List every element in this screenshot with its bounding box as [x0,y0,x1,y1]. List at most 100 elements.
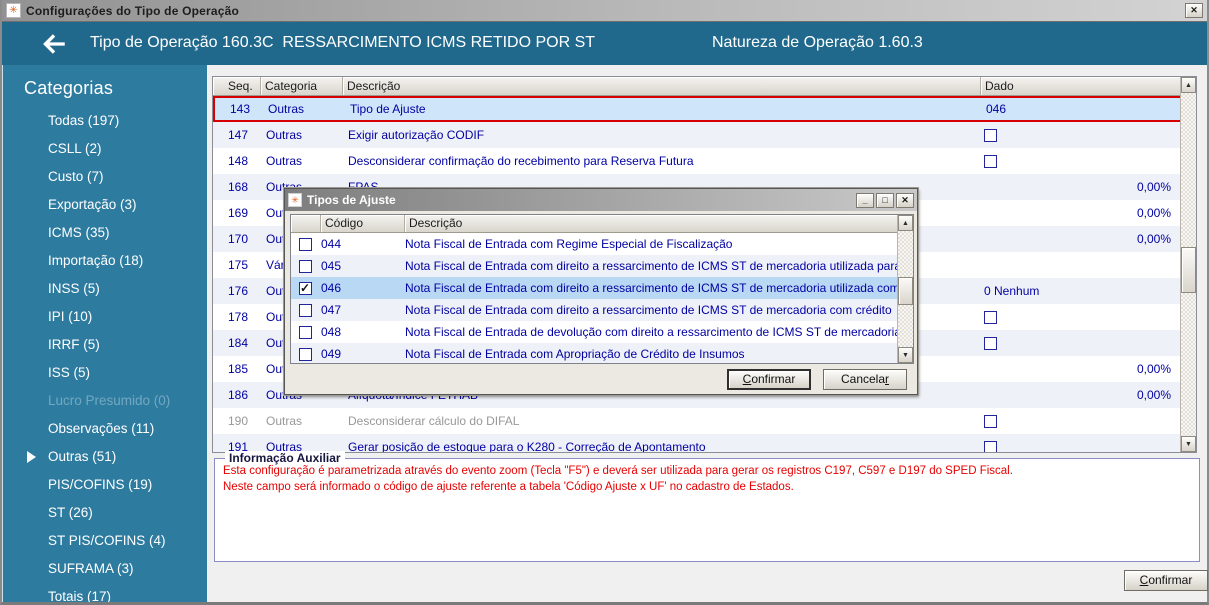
ajuste-row[interactable]: 048 Nota Fiscal de Entrada de devolução c… [291,321,898,343]
cell-categoria: Outras [266,128,303,142]
column-header-dado[interactable]: Dado [981,77,1182,95]
cell-descricao: Desconsiderar confirmação do recebimento… [348,154,694,168]
sidebar-item-label: ST (26) [48,505,93,520]
sidebar-item-label: Outras (51) [48,449,117,464]
sidebar-item-irrf[interactable]: IRRF (5) [3,331,207,359]
cell-check [291,259,321,274]
auxiliary-info-line-1: Esta configuração é parametrizada atravé… [223,465,1013,477]
table-row[interactable]: 190 Outras Desconsiderar cálculo do DIFAL [213,408,1182,434]
ajuste-row[interactable]: 044 Nota Fiscal de Entrada com Regime Esp… [291,233,898,255]
grid-vertical-scrollbar[interactable]: ▲ ▼ [1180,77,1196,452]
dialog-close-icon[interactable]: ✕ [896,192,914,208]
scroll-up-icon[interactable]: ▲ [1181,77,1196,93]
tipos-de-ajuste-dialog: ✳ Tipos de Ajuste _ □ ✕ Código Descrição… [283,187,919,396]
scroll-down-icon[interactable]: ▼ [1181,436,1196,452]
checkbox-unchecked-icon[interactable] [984,415,997,429]
scrollbar-thumb[interactable] [1181,247,1196,293]
confirm-button[interactable]: Confirmar [1124,570,1208,591]
cell-seq: 175 [228,258,249,272]
checkbox-checked-icon[interactable] [299,281,312,296]
sidebar-item-totais[interactable]: Totais (17) [3,583,207,602]
app-header: Tipo de Operação 160.3C RESSARCIMENTO IC… [2,22,1207,65]
checkbox-unchecked-icon[interactable] [984,441,997,452]
dialog-cancel-button[interactable]: Cancelar [823,369,907,390]
sidebar-item-outras[interactable]: Outras (51) [3,443,207,471]
operation-type-title: Tipo de Operação 160.3C RESSARCIMENTO IC… [90,34,596,51]
cell-dado: 0,00% [1136,180,1171,194]
cell-descricao: Nota Fiscal de Entrada com direito a res… [405,281,898,295]
sidebar-item-label: ICMS (35) [48,225,110,240]
scrollbar-thumb[interactable] [898,277,913,305]
back-arrow-icon[interactable] [40,31,70,57]
sidebar-item-inss[interactable]: INSS (5) [3,275,207,303]
checkbox-unchecked-icon[interactable] [299,238,312,252]
ajuste-row[interactable]: 046 Nota Fiscal de Entrada com direito a … [291,277,898,299]
cell-descricao: Nota Fiscal de Entrada de devolução com … [405,325,898,339]
sidebar-item-label: INSS (5) [48,281,100,296]
sidebar-item-suframa[interactable]: SUFRAMA (3) [3,555,207,583]
ajuste-row[interactable]: 049 Nota Fiscal de Entrada com Apropriaçã… [291,343,898,363]
column-header-categoria[interactable]: Categoria [261,77,343,95]
cell-dado: 046 [986,102,1007,116]
sidebar-item-label: SUFRAMA (3) [48,561,134,576]
scroll-up-icon[interactable]: ▲ [898,215,913,231]
cell-descricao: Nota Fiscal de Entrada com Regime Especi… [405,237,733,251]
window-titlebar: ✳ Configurações do Tipo de Operação ✕ [2,0,1207,22]
cell-descricao: Desconsiderar cálculo do DIFAL [348,414,520,428]
cell-check [291,347,321,362]
sidebar-item-lucro-presumido[interactable]: Lucro Presumido (0) [3,387,207,415]
checkbox-unchecked-icon[interactable] [299,304,312,318]
dialog-minimize-icon[interactable]: _ [856,192,874,208]
column-header-descricao[interactable]: Descrição [405,215,898,232]
table-row[interactable]: 143 Outras Tipo de Ajuste 046 [213,96,1182,122]
cell-dado [981,310,1182,325]
sidebar-item-iss[interactable]: ISS (5) [3,359,207,387]
selected-category-arrow-icon [27,451,36,463]
cell-dado: 0,00% [1136,388,1171,402]
ajuste-list-scrollbar[interactable]: ▲ ▼ [897,215,913,363]
cell-categoria: Outras [266,154,303,168]
table-row[interactable]: 147 Outras Exigir autorização CODIF [213,122,1182,148]
checkbox-unchecked-icon[interactable] [299,260,312,274]
cell-descricao: Gerar posição de estoque para o K280 - C… [348,440,706,453]
sidebar-item-label: Observações (11) [48,421,155,436]
ajuste-list-header: Código Descrição [291,215,898,233]
cell-seq: 186 [228,388,249,402]
sidebar-item-st-pis-cofins[interactable]: ST PIS/COFINS (4) [3,527,207,555]
sidebar-item-observa-es[interactable]: Observações (11) [3,415,207,443]
checkbox-unchecked-icon[interactable] [984,155,997,169]
cell-codigo: 046 [321,281,342,295]
ajuste-row[interactable]: 047 Nota Fiscal de Entrada com direito a … [291,299,898,321]
dialog-maximize-icon[interactable]: □ [876,192,894,208]
grid-header-row: Seq. Categoria Descrição Dado [213,77,1182,96]
table-row[interactable]: 148 Outras Desconsiderar confirmação do re… [213,148,1182,174]
sidebar-item-label: Exportação (3) [48,197,137,212]
checkbox-unchecked-icon[interactable] [299,348,312,362]
sidebar-item-importa-o[interactable]: Importação (18) [3,247,207,275]
sidebar-item-todas[interactable]: Todas (197) [3,107,207,135]
sidebar-item-st[interactable]: ST (26) [3,499,207,527]
sidebar-item-label: ST PIS/COFINS (4) [48,533,166,548]
cell-seq: 143 [230,102,251,116]
sidebar-item-csll[interactable]: CSLL (2) [3,135,207,163]
column-header-descricao[interactable]: Descrição [343,77,981,95]
cell-categoria: Outras [266,414,303,428]
ajuste-row[interactable]: 045 Nota Fiscal de Entrada com direito a … [291,255,898,277]
cell-seq: 185 [228,362,249,376]
checkbox-unchecked-icon[interactable] [984,129,997,143]
sidebar-item-exporta-o[interactable]: Exportação (3) [3,191,207,219]
window-close-icon[interactable]: ✕ [1185,3,1203,18]
table-row[interactable]: 191 Outras Gerar posição de estoque para o… [213,434,1182,453]
dialog-confirm-button[interactable]: Confirmar [727,369,811,390]
checkbox-unchecked-icon[interactable] [984,337,997,351]
scroll-down-icon[interactable]: ▼ [898,347,913,363]
column-header-seq[interactable]: Seq. [213,77,261,95]
column-header-codigo[interactable]: Código [321,215,405,232]
sidebar-item-ipi[interactable]: IPI (10) [3,303,207,331]
checkbox-unchecked-icon[interactable] [299,326,312,340]
checkbox-unchecked-icon[interactable] [984,311,997,325]
sidebar-item-icms[interactable]: ICMS (35) [3,219,207,247]
sidebar-item-custo[interactable]: Custo (7) [3,163,207,191]
sidebar-item-pis-cofins[interactable]: PIS/COFINS (19) [3,471,207,499]
column-header-check [291,215,321,232]
